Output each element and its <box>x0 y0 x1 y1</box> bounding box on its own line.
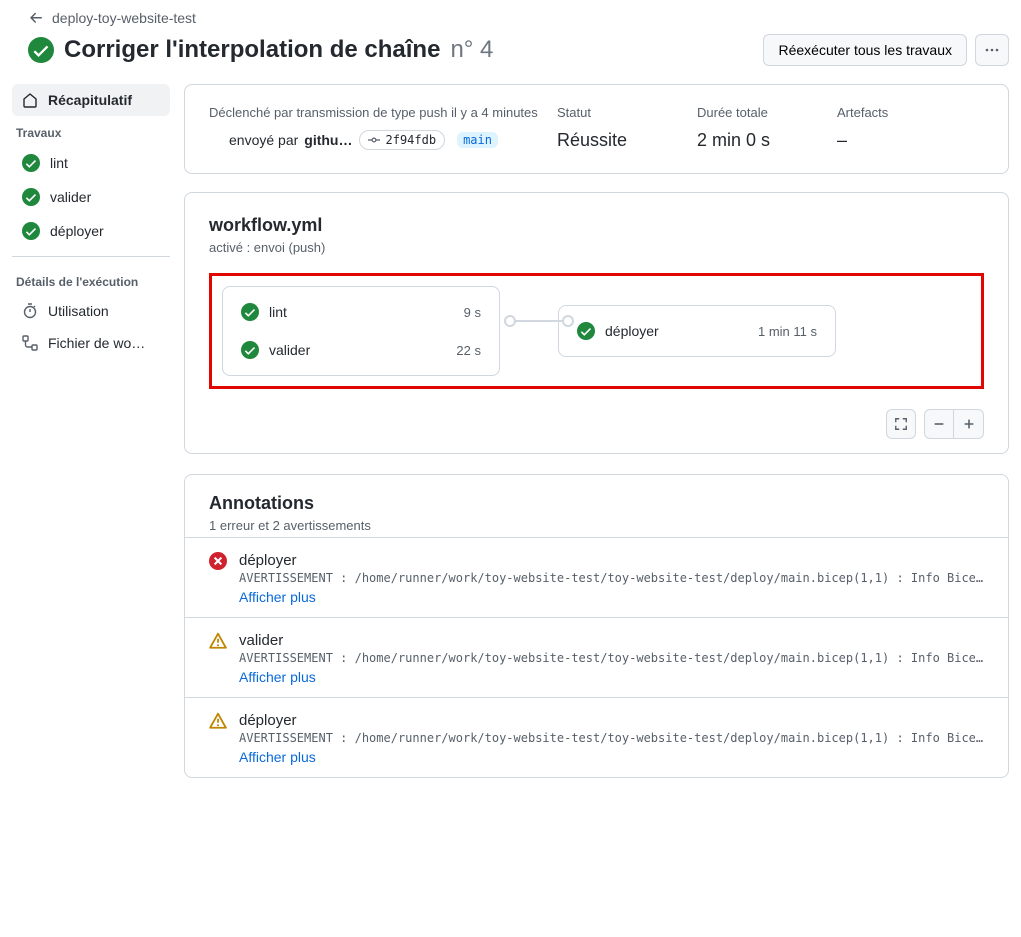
workflow-graph-card: workflow.yml activé : envoi (push) lint … <box>184 192 1009 454</box>
artifacts-label: Artefacts <box>837 105 888 120</box>
status-value: Réussite <box>557 130 687 151</box>
annotation-item: déployer AVERTISSEMENT : /home/runner/wo… <box>185 697 1008 777</box>
sidebar-workflow-file-label: Fichier de wo… <box>48 335 145 351</box>
annotation-item: déployer AVERTISSEMENT : /home/runner/wo… <box>185 537 1008 617</box>
git-commit-icon <box>368 134 380 146</box>
run-menu-button[interactable] <box>975 34 1009 66</box>
workflow-trigger: activé : envoi (push) <box>209 240 984 255</box>
rerun-all-button[interactable]: Réexécuter tous les travaux <box>763 34 967 66</box>
check-circle-icon <box>577 322 595 340</box>
annotation-message: AVERTISSEMENT : /home/runner/work/toy-we… <box>239 731 984 745</box>
job-time: 9 s <box>464 305 481 320</box>
kebab-icon <box>984 42 1000 58</box>
warning-icon <box>209 632 227 650</box>
job-connector <box>510 320 568 322</box>
sidebar-details-heading: Détails de l'exécution <box>12 265 170 295</box>
check-circle-icon <box>22 188 40 206</box>
job-name: déployer <box>605 323 748 339</box>
sidebar-summary-label: Récapitulatif <box>48 92 132 108</box>
job-name: valider <box>269 342 446 358</box>
pushed-by-prefix: envoyé par <box>229 132 298 148</box>
job-node-deployer[interactable]: déployer 1 min 11 s <box>577 322 817 340</box>
show-more-link[interactable]: Afficher plus <box>239 669 316 685</box>
run-title: Corriger l'interpolation de chaîne <box>64 36 440 64</box>
fullscreen-button[interactable] <box>886 409 916 439</box>
status-label: Statut <box>557 105 687 120</box>
home-icon <box>22 92 38 108</box>
check-circle-icon <box>22 222 40 240</box>
warning-icon <box>209 712 227 730</box>
sidebar-item-workflow-file[interactable]: Fichier de wo… <box>12 327 170 359</box>
annotation-job: déployer <box>239 712 984 729</box>
check-circle-icon <box>241 303 259 321</box>
workflow-graph-highlight: lint 9 s valider 22 s déployer 1 min 11 … <box>209 273 984 389</box>
sidebar-jobs-heading: Travaux <box>12 116 170 146</box>
stopwatch-icon <box>22 303 38 319</box>
trigger-label: Déclenché par transmission de type push … <box>209 105 547 120</box>
sidebar-usage-label: Utilisation <box>48 303 109 319</box>
job-group-2: déployer 1 min 11 s <box>558 305 836 357</box>
branch-chip[interactable]: main <box>457 132 498 148</box>
duration-value: 2 min 0 s <box>697 130 827 151</box>
artifacts-value: – <box>837 130 888 151</box>
sidebar-item-valider[interactable]: valider <box>12 180 170 214</box>
sidebar-job-label: lint <box>50 155 68 171</box>
commit-sha: 2f94fdb <box>386 133 437 147</box>
plus-icon <box>962 417 976 431</box>
duration-label: Durée totale <box>697 105 827 120</box>
sidebar: Récapitulatif Travaux lint valider déplo… <box>12 84 170 778</box>
check-circle-icon <box>22 154 40 172</box>
annotation-message: AVERTISSEMENT : /home/runner/work/toy-we… <box>239 651 984 665</box>
fullscreen-icon <box>894 417 908 431</box>
workflow-icon <box>22 335 38 351</box>
job-node-lint[interactable]: lint 9 s <box>241 303 481 321</box>
arrow-left-icon <box>28 10 44 26</box>
run-meta-card: Déclenché par transmission de type push … <box>184 84 1009 174</box>
job-time: 22 s <box>456 343 481 358</box>
sidebar-job-label: valider <box>50 189 91 205</box>
sidebar-item-summary[interactable]: Récapitulatif <box>12 84 170 116</box>
annotations-title: Annotations <box>209 493 984 514</box>
zoom-out-button[interactable] <box>924 409 954 439</box>
sidebar-item-usage[interactable]: Utilisation <box>12 295 170 327</box>
sidebar-item-lint[interactable]: lint <box>12 146 170 180</box>
annotation-job: valider <box>239 632 984 649</box>
show-more-link[interactable]: Afficher plus <box>239 749 316 765</box>
job-node-valider[interactable]: valider 22 s <box>241 341 481 359</box>
run-number: n° 4 <box>450 36 493 64</box>
job-group-1: lint 9 s valider 22 s <box>222 286 500 376</box>
status-success-icon <box>28 37 54 63</box>
annotation-job: déployer <box>239 552 984 569</box>
error-icon <box>209 552 227 570</box>
breadcrumb-repo[interactable]: deploy-toy-website-test <box>52 10 196 26</box>
pushed-by-user[interactable]: githu… <box>304 132 352 148</box>
job-name: lint <box>269 304 454 320</box>
commit-chip[interactable]: 2f94fdb <box>359 130 446 150</box>
workflow-file-name: workflow.yml <box>209 215 984 236</box>
breadcrumb[interactable]: deploy-toy-website-test <box>28 10 1009 26</box>
minus-icon <box>932 417 946 431</box>
show-more-link[interactable]: Afficher plus <box>239 589 316 605</box>
annotations-card: Annotations 1 erreur et 2 avertissements… <box>184 474 1009 778</box>
annotations-subtitle: 1 erreur et 2 avertissements <box>209 518 984 533</box>
sidebar-job-label: déployer <box>50 223 104 239</box>
annotation-message: AVERTISSEMENT : /home/runner/work/toy-we… <box>239 571 984 585</box>
sidebar-item-deployer[interactable]: déployer <box>12 214 170 248</box>
job-time: 1 min 11 s <box>758 324 817 339</box>
divider <box>12 256 170 257</box>
check-circle-icon <box>241 341 259 359</box>
zoom-in-button[interactable] <box>954 409 984 439</box>
annotation-item: valider AVERTISSEMENT : /home/runner/wor… <box>185 617 1008 697</box>
